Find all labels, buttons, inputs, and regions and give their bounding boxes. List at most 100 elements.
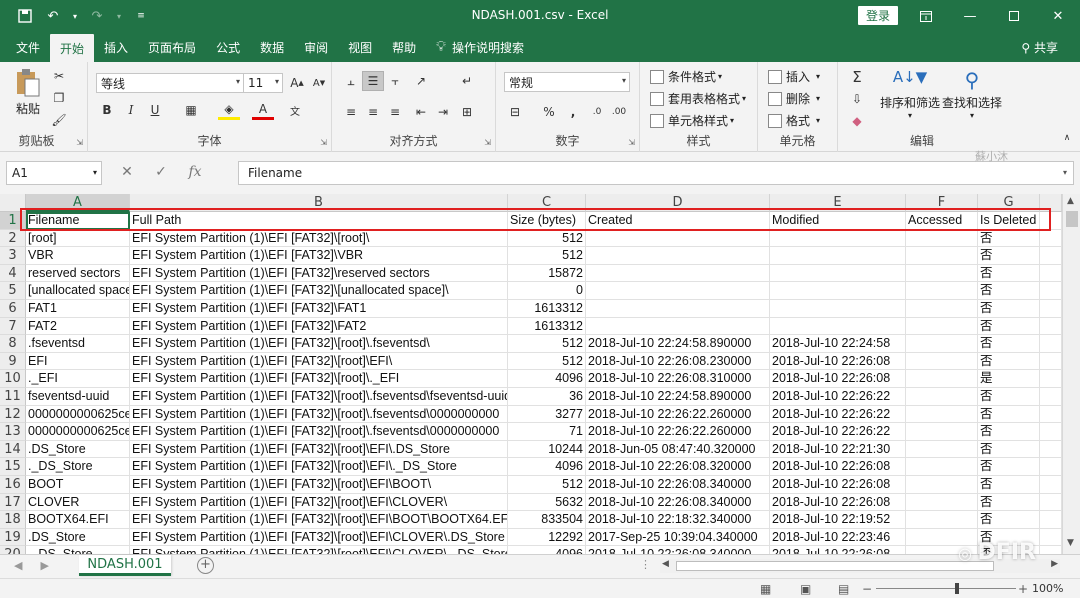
- table-cell[interactable]: reserved sectors: [26, 264, 130, 283]
- row-header[interactable]: 5: [0, 282, 26, 300]
- sheet-tab[interactable]: NDASH.001: [79, 555, 171, 576]
- header-cell[interactable]: Created: [586, 212, 770, 230]
- zoom-slider-track[interactable]: [876, 588, 1016, 589]
- undo-icon[interactable]: ↶: [42, 5, 64, 27]
- table-cell[interactable]: 4096: [508, 458, 586, 476]
- tell-me-search[interactable]: 💡︎ 操作说明搜索: [426, 32, 534, 62]
- table-cell[interactable]: .DS_Store: [26, 528, 130, 547]
- table-cell[interactable]: 2018-Jul-10 22:26:08.310000: [586, 370, 770, 388]
- table-cell[interactable]: 2018-Jul-10 22:26:08: [770, 493, 906, 512]
- increase-decimal-icon[interactable]: .0: [586, 102, 608, 122]
- table-cell[interactable]: 4096: [508, 546, 586, 554]
- table-cell[interactable]: 2018-Jul-10 22:26:08.230000: [586, 352, 770, 371]
- font-size-combo[interactable]: 11 ▾: [243, 73, 283, 93]
- header-cell[interactable]: [1040, 212, 1062, 230]
- align-right-icon[interactable]: ≡: [384, 102, 406, 122]
- table-cell[interactable]: 512: [508, 335, 586, 353]
- table-cell[interactable]: 否: [978, 229, 1040, 248]
- login-button[interactable]: 登录: [858, 6, 898, 25]
- table-cell[interactable]: 2018-Jul-10 22:26:08: [770, 546, 906, 554]
- number-launcher-icon[interactable]: ⇲: [628, 138, 635, 147]
- cancel-icon[interactable]: ✕: [110, 164, 144, 180]
- table-cell[interactable]: 0000000000625ce: [26, 405, 130, 424]
- increase-indent-icon[interactable]: ⇥: [432, 102, 454, 122]
- number-format-combo[interactable]: 常规 ▾: [504, 72, 630, 92]
- table-cell[interactable]: EFI System Partition (1)\EFI [FAT32]\[ro…: [130, 440, 508, 459]
- table-cell[interactable]: ._EFI: [26, 370, 130, 388]
- table-cell[interactable]: 2018-Jul-10 22:26:22.260000: [586, 423, 770, 441]
- zoom-slider-thumb[interactable]: [955, 583, 959, 594]
- cell-styles-button[interactable]: 单元格样式 ▾: [650, 112, 734, 129]
- table-cell[interactable]: EFI System Partition (1)\EFI [FAT32]\[ro…: [130, 370, 508, 388]
- table-cell[interactable]: [770, 247, 906, 265]
- row-header[interactable]: 19: [0, 528, 26, 547]
- scroll-up-icon[interactable]: ▲: [1067, 196, 1074, 206]
- table-cell[interactable]: [586, 247, 770, 265]
- table-cell[interactable]: 2018-Jun-05 08:47:40.320000: [586, 440, 770, 459]
- autosum-icon[interactable]: Σ: [846, 67, 868, 87]
- table-cell[interactable]: 12292: [508, 528, 586, 547]
- table-cell[interactable]: [906, 229, 978, 248]
- align-center-icon[interactable]: ≡: [362, 102, 384, 122]
- header-cell[interactable]: Is Deleted: [978, 212, 1040, 230]
- expand-formula-icon[interactable]: ▾: [1063, 168, 1067, 177]
- table-cell[interactable]: 71: [508, 423, 586, 441]
- table-cell[interactable]: 2018-Jul-10 22:26:22.260000: [586, 405, 770, 424]
- table-cell[interactable]: 1613312: [508, 300, 586, 318]
- table-cell[interactable]: 512: [508, 229, 586, 248]
- column-header-g[interactable]: G: [978, 194, 1040, 212]
- row-header[interactable]: 13: [0, 423, 26, 441]
- align-middle-icon[interactable]: ☰: [362, 71, 384, 91]
- table-cell[interactable]: fseventsd-uuid: [26, 388, 130, 406]
- table-cell[interactable]: 0: [508, 282, 586, 300]
- column-header-e[interactable]: E: [770, 194, 906, 212]
- table-cell[interactable]: [1040, 352, 1062, 371]
- table-cell[interactable]: [586, 317, 770, 336]
- font-launcher-icon[interactable]: ⇲: [320, 138, 327, 147]
- table-cell[interactable]: [770, 264, 906, 283]
- row-header[interactable]: 9: [0, 352, 26, 371]
- table-cell[interactable]: EFI System Partition (1)\EFI [FAT32]\res…: [130, 264, 508, 283]
- table-cell[interactable]: [1040, 388, 1062, 406]
- column-header-b[interactable]: B: [130, 194, 508, 212]
- table-cell[interactable]: [906, 458, 978, 476]
- table-cell[interactable]: VBR: [26, 247, 130, 265]
- align-bottom-icon[interactable]: ⫟: [384, 71, 406, 91]
- table-cell[interactable]: 2018-Jul-10 22:26:08: [770, 476, 906, 494]
- sort-filter-button[interactable]: A↓▼ 排序和筛选 ▾: [880, 68, 940, 120]
- close-icon[interactable]: ✕: [1036, 0, 1080, 32]
- table-cell[interactable]: 512: [508, 247, 586, 265]
- column-header-c[interactable]: C: [508, 194, 586, 212]
- table-cell[interactable]: EFI System Partition (1)\EFI [FAT32]\[ro…: [130, 493, 508, 512]
- table-cell[interactable]: [586, 282, 770, 300]
- header-cell[interactable]: Filename: [26, 212, 130, 230]
- table-cell[interactable]: 2018-Jul-10 22:26:08: [770, 370, 906, 388]
- table-cell[interactable]: 2018-Jul-10 22:24:58.890000: [586, 335, 770, 353]
- zoom-level[interactable]: 100%: [1032, 582, 1063, 595]
- redo-dropdown-icon[interactable]: ▾: [114, 5, 124, 27]
- table-cell[interactable]: [1040, 405, 1062, 424]
- table-cell[interactable]: 否: [978, 335, 1040, 353]
- table-cell[interactable]: 512: [508, 476, 586, 494]
- table-cell[interactable]: EFI System Partition (1)\EFI [FAT32]\[ro…: [130, 546, 508, 554]
- table-cell[interactable]: 2018-Jul-10 22:26:08.340000: [586, 493, 770, 512]
- share-button[interactable]: ⚲ 共享: [1021, 39, 1058, 56]
- row-header[interactable]: 6: [0, 300, 26, 318]
- table-cell[interactable]: 否: [978, 352, 1040, 371]
- column-header-d[interactable]: D: [586, 194, 770, 212]
- table-cell[interactable]: [906, 423, 978, 441]
- select-all-corner[interactable]: [0, 194, 26, 212]
- table-cell[interactable]: 0000000000625ce: [26, 423, 130, 441]
- table-cell[interactable]: 否: [978, 493, 1040, 512]
- table-cell[interactable]: [906, 476, 978, 494]
- fill-color-icon[interactable]: ◈: [218, 100, 240, 120]
- table-cell[interactable]: ._DS_Store: [26, 546, 130, 554]
- table-cell[interactable]: BOOTX64.EFI: [26, 511, 130, 529]
- conditional-format-button[interactable]: 条件格式 ▾: [650, 68, 722, 85]
- table-cell[interactable]: 2018-Jul-10 22:23:46: [770, 528, 906, 547]
- table-cell[interactable]: .fseventsd: [26, 335, 130, 353]
- sheet-next-icon[interactable]: ▶: [40, 559, 48, 572]
- table-cell[interactable]: [906, 282, 978, 300]
- row-header[interactable]: 7: [0, 317, 26, 336]
- table-cell[interactable]: [906, 511, 978, 529]
